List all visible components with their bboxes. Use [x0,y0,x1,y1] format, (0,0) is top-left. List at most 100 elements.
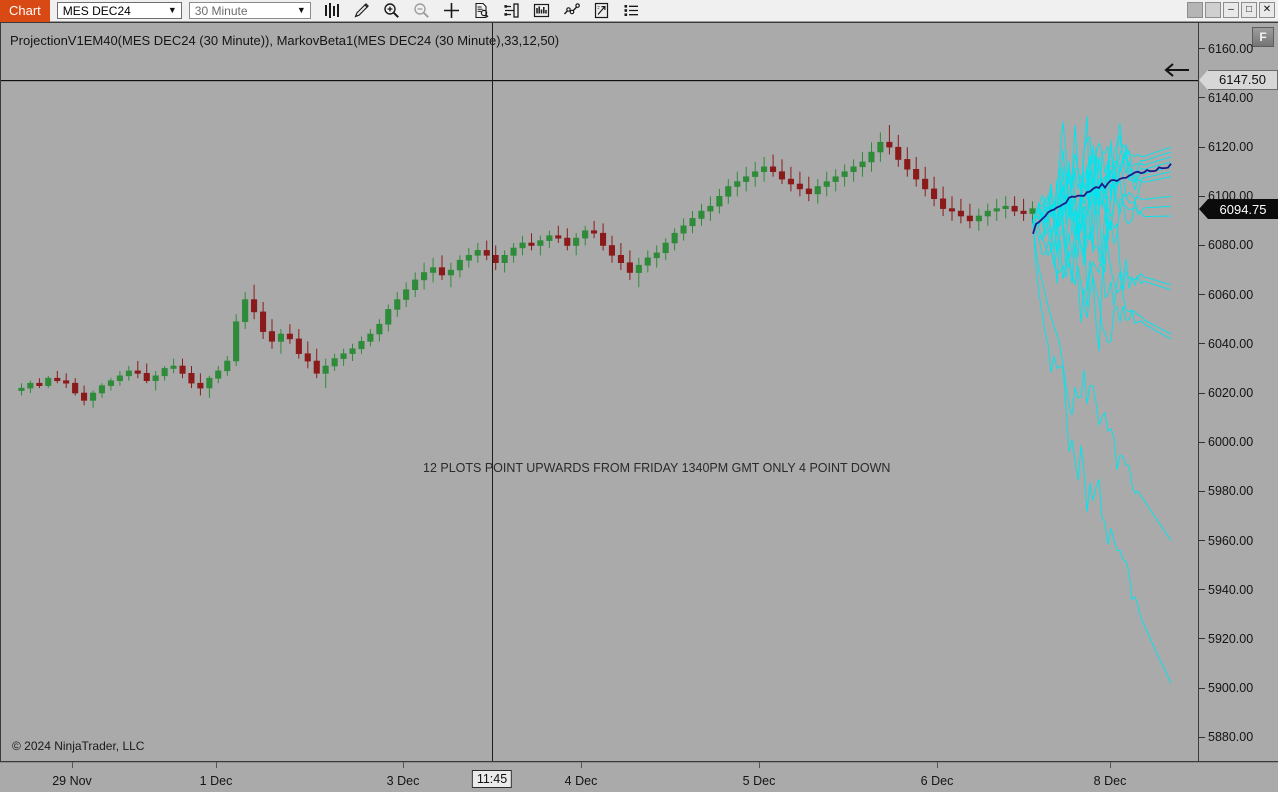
crosshair-icon[interactable] [443,2,460,19]
price-axis-tick: 6100.00 [1199,189,1278,203]
price-tick-label: 6020.00 [1208,386,1254,400]
price-axis-tick: 5920.00 [1199,632,1278,646]
price-axis-tick: 6060.00 [1199,288,1278,302]
price-axis-tick: 5980.00 [1199,484,1278,498]
last-price-marker-tab [1199,69,1208,90]
price-tick-mark [1199,638,1205,640]
price-axis[interactable]: F 6147.50 6094.75 6160.00 6140.00 6120.00 6… [1199,22,1278,762]
price-tick-label: 5940.00 [1208,582,1254,597]
chart-properties-icon[interactable] [503,2,520,19]
time-axis-tick-label: 29 Nov [52,774,92,788]
minimize-button[interactable]: – [1223,2,1239,18]
panel-separator [1,80,1198,82]
price-axis-tick: 6120.00 [1199,140,1278,154]
time-axis-tick-label: 4 Dec [564,774,598,788]
price-tick-label: 6100.00 [1208,189,1254,204]
price-tick-mark [1199,687,1205,689]
time-axis-tick-label: 6 Dec [920,774,954,788]
indicators-icon[interactable] [533,2,550,19]
time-axis[interactable]: 11:45 29 Nov 1 Dec 3 Dec 4 Dec 5 Dec 6 Dec 8 D… [0,762,1278,792]
price-axis-tick: 5880.00 [1199,730,1278,744]
time-tick-mark [1110,762,1111,768]
price-axis-tick: 5960.00 [1199,534,1278,548]
price-axis-tick: 5940.00 [1199,583,1278,597]
price-axis-tick: 6040.00 [1199,337,1278,351]
last-price-marker: 6147.50 [1199,69,1278,90]
price-axis-tick: 6020.00 [1199,386,1278,400]
export-chart-icon[interactable] [593,2,610,19]
candlestick-series [18,125,1036,408]
price-tick-mark [1199,97,1205,99]
last-price-marker-value: 6147.50 [1208,69,1278,90]
price-series-plot [18,116,1172,684]
price-tick-mark [1199,589,1205,591]
price-tick-label: 6120.00 [1208,140,1254,155]
crosshair-vertical-line [492,23,493,761]
time-axis-tick-label: 5 Dec [742,774,776,788]
price-tick-mark [1199,441,1205,443]
chart-tab[interactable]: Chart [0,0,50,22]
price-tick-mark [1199,244,1205,246]
strategies-icon[interactable] [563,2,580,19]
drawing-tools-pencil-icon[interactable] [353,2,370,19]
time-tick-mark [759,762,760,768]
tile-windows-button[interactable] [1205,2,1221,18]
chart-tab-label: Chart [9,2,41,18]
price-tick-mark [1199,195,1205,197]
price-tick-mark [1199,540,1205,541]
ninjatrader-chart-window: Chart MES DEC24 ▼ 30 Minute ▼ – □ ✕ Proj… [0,0,1278,792]
chart-toolbar: Chart MES DEC24 ▼ 30 Minute ▼ – □ ✕ [0,0,1278,22]
price-tick-mark [1199,343,1205,345]
interval-selector[interactable]: 30 Minute ▼ [188,2,311,19]
time-axis-tick-label: 8 Dec [1093,774,1127,788]
window-controls: – □ ✕ [1187,2,1275,18]
time-axis-tick-label: 1 Dec [199,774,233,788]
price-tick-label: 6080.00 [1208,238,1254,253]
price-tick-label: 5900.00 [1208,681,1254,696]
price-tick-mark [1199,146,1205,148]
price-tick-mark [1199,490,1205,492]
price-axis-tick: 6080.00 [1199,238,1278,252]
chevron-down-icon: ▼ [296,5,306,15]
bar-chart-type-icon[interactable] [323,2,340,19]
price-axis-tick: 6000.00 [1199,435,1278,449]
instrument-selector[interactable]: MES DEC24 ▼ [56,2,182,19]
copyright-label: © 2024 NinjaTrader, LLC [12,739,145,753]
price-tick-label: 5980.00 [1208,484,1254,499]
time-axis-tick-label: 3 Dec [386,774,420,788]
chart-canvas[interactable]: ProjectionV1EM40(MES DEC24 (30 Minute)),… [0,22,1199,762]
zoom-out-icon [413,2,430,19]
maximize-button[interactable]: □ [1241,2,1257,18]
price-tick-label: 5960.00 [1208,533,1254,548]
price-axis-tick: 5900.00 [1199,681,1278,695]
price-tick-label: 6140.00 [1208,90,1254,105]
price-tick-label: 5880.00 [1208,730,1254,745]
time-axis-topline [0,762,1278,763]
close-button[interactable]: ✕ [1259,2,1275,18]
chart-text-annotation: 12 PLOTS POINT UPWARDS FROM FRIDAY 1340P… [423,461,891,475]
price-tick-mark [1199,392,1205,394]
chevron-down-icon: ▼ [167,5,177,15]
toolbar-icon-group [323,2,640,19]
price-tick-label: 6040.00 [1208,336,1254,351]
data-series-list-icon[interactable] [623,2,640,19]
time-tick-mark [937,762,938,768]
zoom-in-icon[interactable] [383,2,400,19]
price-tick-mark [1199,736,1205,738]
time-tick-mark [72,762,73,768]
instrument-selector-value: MES DEC24 [62,3,131,18]
crosshair-time-label: 11:45 [471,770,513,788]
time-tick-mark [581,762,582,768]
time-tick-mark [403,762,404,768]
projection-paths-series [1032,116,1172,684]
restore-down-button[interactable] [1187,2,1203,18]
price-tick-label: 5920.00 [1208,631,1254,646]
price-tick-label: 6000.00 [1208,435,1254,450]
data-box-icon[interactable] [473,2,490,19]
price-tick-mark [1199,48,1205,50]
price-axis-tick: 6160.00 [1199,42,1278,56]
price-tick-label: 6160.00 [1208,41,1254,56]
price-tick-label: 6060.00 [1208,287,1254,302]
price-axis-tick: 6140.00 [1199,91,1278,105]
price-tick-mark [1199,294,1205,296]
